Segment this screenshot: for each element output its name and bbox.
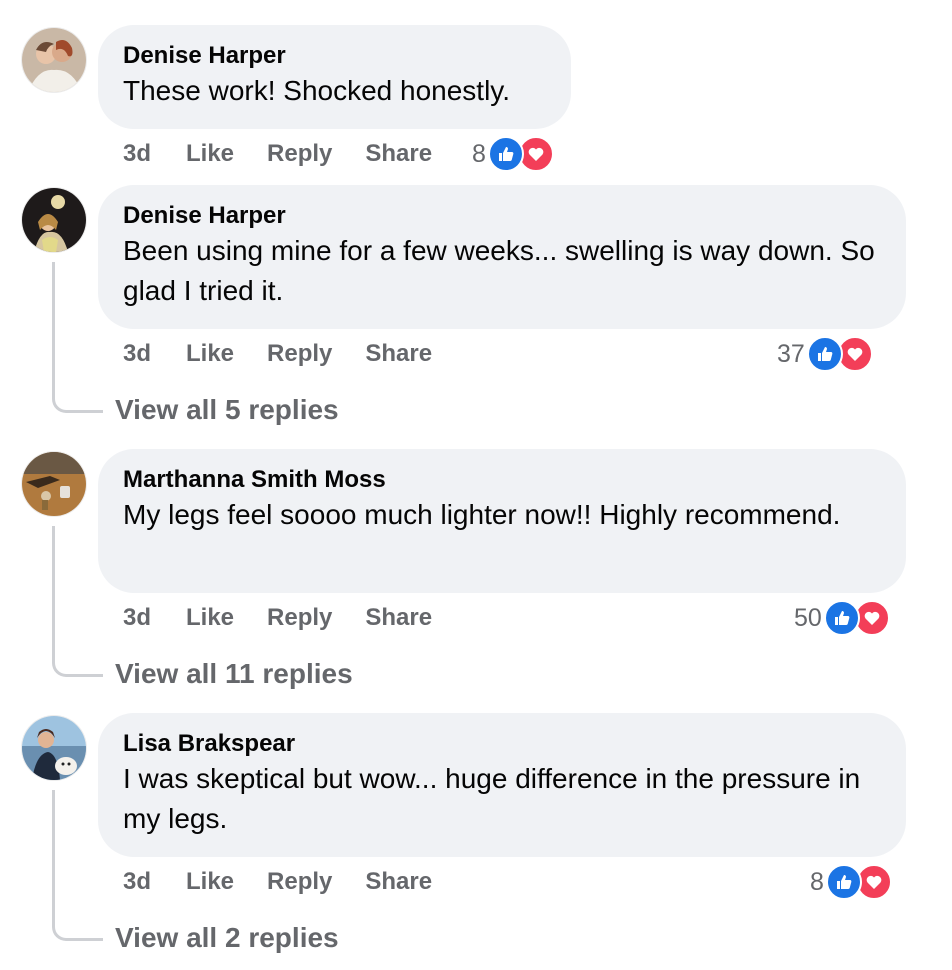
- reaction-count: 8: [472, 139, 486, 168]
- like-reaction-icon: [825, 864, 862, 900]
- avatar[interactable]: [22, 188, 86, 252]
- comment-text: I was skeptical but wow... huge differen…: [123, 763, 861, 834]
- view-replies-link[interactable]: View all 11 replies: [115, 654, 353, 694]
- reply-button[interactable]: Reply: [267, 604, 332, 632]
- like-reaction-icon: [806, 336, 843, 372]
- share-button[interactable]: Share: [365, 140, 432, 168]
- comment-actions: 3d Like Reply Share: [123, 862, 465, 902]
- like-reaction-icon: [823, 600, 860, 636]
- reaction-count: 37: [777, 339, 805, 368]
- reactions-summary[interactable]: 8: [810, 862, 892, 902]
- comment-bubble: Marthanna Smith Moss My legs feel soooo …: [98, 449, 906, 593]
- reply-button[interactable]: Reply: [267, 140, 332, 168]
- like-reaction-icon: [487, 136, 524, 172]
- comment-text: These work! Shocked honestly.: [123, 75, 511, 106]
- comment-timestamp[interactable]: 3d: [123, 604, 186, 632]
- avatar[interactable]: [22, 452, 86, 516]
- like-button[interactable]: Like: [186, 604, 234, 632]
- comment-timestamp[interactable]: 3d: [123, 140, 186, 168]
- reply-thread-line: [52, 526, 103, 677]
- comment-author[interactable]: Marthanna Smith Moss: [123, 465, 882, 495]
- avatar[interactable]: [22, 28, 86, 92]
- comment-text: Been using mine for a few weeks... swell…: [123, 235, 875, 306]
- avatar[interactable]: [22, 716, 86, 780]
- comment-actions: 3d Like Reply Share: [123, 334, 465, 374]
- like-button[interactable]: Like: [186, 340, 234, 368]
- like-button[interactable]: Like: [186, 140, 234, 168]
- reply-thread-line: [52, 790, 103, 941]
- reactions-summary[interactable]: 37: [777, 334, 873, 374]
- comment-actions: 3d Like Reply Share: [123, 134, 465, 174]
- comment-text: My legs feel soooo much lighter now!! Hi…: [123, 499, 841, 530]
- reply-thread-line: [52, 262, 103, 413]
- reactions-summary[interactable]: 8: [472, 134, 554, 174]
- reply-button[interactable]: Reply: [267, 340, 332, 368]
- comment-bubble: Lisa Brakspear I was skeptical but wow..…: [98, 713, 906, 857]
- share-button[interactable]: Share: [365, 340, 432, 368]
- view-replies-link[interactable]: View all 2 replies: [115, 918, 339, 958]
- view-replies-link[interactable]: View all 5 replies: [115, 390, 339, 430]
- reply-button[interactable]: Reply: [267, 868, 332, 896]
- reaction-count: 8: [810, 867, 824, 896]
- comment-timestamp[interactable]: 3d: [123, 868, 186, 896]
- comment-actions: 3d Like Reply Share: [123, 598, 465, 638]
- comment-bubble: Denise Harper Been using mine for a few …: [98, 185, 906, 329]
- comment-author[interactable]: Denise Harper: [123, 201, 882, 231]
- comment-bubble: Denise Harper These work! Shocked honest…: [98, 25, 571, 129]
- reactions-summary[interactable]: 50: [794, 598, 890, 638]
- comment-author[interactable]: Denise Harper: [123, 41, 547, 71]
- share-button[interactable]: Share: [365, 868, 432, 896]
- share-button[interactable]: Share: [365, 604, 432, 632]
- comment-timestamp[interactable]: 3d: [123, 340, 186, 368]
- reaction-count: 50: [794, 603, 822, 632]
- like-button[interactable]: Like: [186, 868, 234, 896]
- comment-author[interactable]: Lisa Brakspear: [123, 729, 882, 759]
